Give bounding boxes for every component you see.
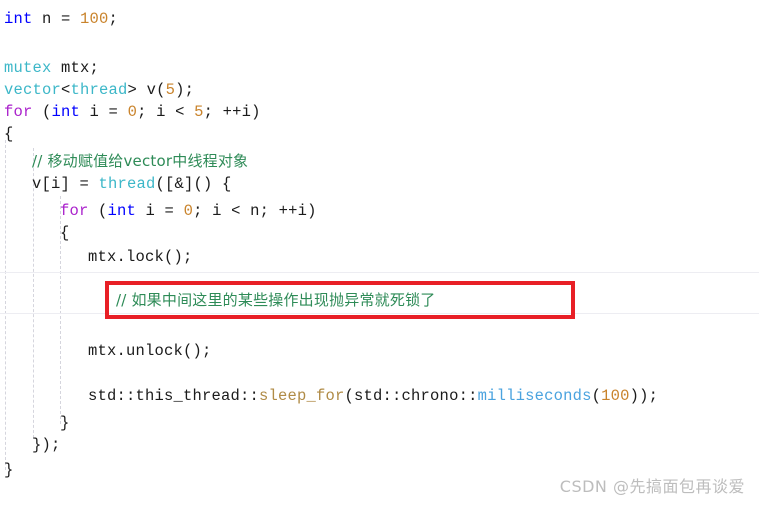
token-angle-open: < [61,81,71,99]
code-line-5[interactable]: for (int i = 0; i < 5; ++i) [4,101,261,123]
token-keyword-int: int [4,10,33,28]
token-number-100: 100 [601,387,630,405]
token-angle-close: > [127,81,147,99]
token-type-thread: thread [98,175,156,193]
indent-guide-level-1 [5,140,6,470]
token-brace-open: { [60,224,70,242]
token-type-mutex: mutex [4,59,52,77]
code-line-11[interactable]: mtx.lock(); [88,246,193,268]
token-vector-index-assign: v[i] = [32,175,99,193]
code-line-17[interactable]: } [4,459,14,481]
token-number-0: 0 [127,103,138,121]
code-line-7[interactable]: // 移动赋值给vector中线程对象 [32,150,248,172]
token-init: i = [136,202,184,220]
token-brace-open: { [4,125,14,143]
code-editor[interactable]: int n = 100; mutex mtx; vector<thread> v… [0,0,759,511]
token-paren-close-semicolon: )); [629,387,659,405]
token-type-vector: vector [4,81,62,99]
annotation-highlight-rectangle [105,281,575,319]
token-mtx-unlock-call: mtx.unlock(); [88,342,212,360]
token-identifier-v: v( [146,81,166,99]
token-control-for: for [4,103,33,121]
code-line-6[interactable]: { [4,123,14,145]
code-line-8[interactable]: v[i] = thread([&]() { [32,173,232,195]
token-identifier-n: n = [32,10,81,28]
token-number-5: 5 [194,103,204,121]
token-keyword-int: int [51,103,81,121]
code-line-16[interactable]: }); [32,434,61,456]
token-brace-close: } [4,461,14,479]
token-condition-increment: ; i < n; ++i) [193,202,317,220]
token-lambda-close: }); [32,436,61,454]
token-brace-close: } [60,414,70,432]
row-hairline-upper [0,272,759,273]
token-namespace-this-thread: std::this_thread:: [88,387,260,405]
code-line-9[interactable]: for (int i = 0; i < n; ++i) [60,200,317,222]
token-number-5: 5 [165,81,176,99]
token-keyword-int: int [107,202,137,220]
code-line-1[interactable]: int n = 100; [4,8,118,30]
token-mtx-lock-call: mtx.lock(); [88,248,193,266]
token-type-thread: thread [70,81,128,99]
token-namespace-chrono: (std::chrono:: [344,387,478,405]
token-paren-open: ( [32,103,52,121]
token-paren-open: ( [88,202,108,220]
token-identifier-mtx: mtx; [51,59,100,77]
code-line-14[interactable]: std::this_thread::sleep_for(std::chrono:… [88,385,658,407]
code-line-15[interactable]: } [60,412,70,434]
code-line-10[interactable]: { [60,222,70,244]
token-comment-move-assign: // 移动赋值给vector中线程对象 [32,152,249,170]
code-line-13[interactable]: mtx.unlock(); [88,340,212,362]
token-control-for: for [60,202,89,220]
token-lambda-capture: ([&]() { [155,175,232,193]
token-semicolon: ; [108,10,119,28]
csdn-watermark: CSDN @先搞面包再谈爱 [559,477,745,496]
token-number-100: 100 [80,10,109,28]
token-paren-semicolon: ); [175,81,195,99]
token-condition: ; i < [137,103,195,121]
token-type-milliseconds: milliseconds [477,387,592,405]
token-paren-open: ( [591,387,602,405]
token-number-0: 0 [183,202,194,220]
token-init: i = [80,103,128,121]
token-function-sleep-for: sleep_for [259,387,345,405]
token-increment: ; ++i) [203,103,261,121]
code-line-4[interactable]: vector<thread> v(5); [4,79,194,101]
code-line-3[interactable]: mutex mtx; [4,57,99,79]
